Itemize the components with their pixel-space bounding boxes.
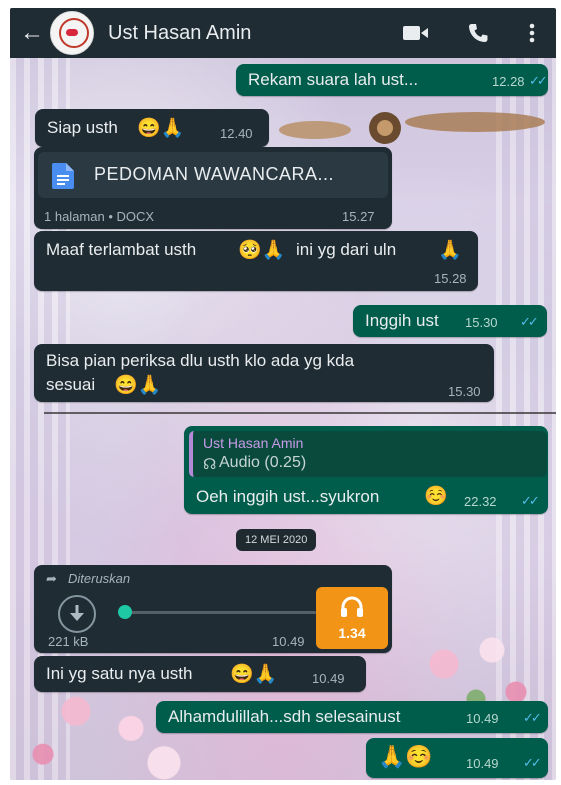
read-ticks-icon: ✓✓ [520,314,539,329]
message-text: Siap usth [47,118,118,137]
message-bubble-outgoing[interactable]: 🙏☺️ 10.49 ✓✓ [366,738,548,778]
video-call-icon[interactable] [396,24,436,42]
message-time: 15.30 [448,384,481,399]
document-message[interactable]: PEDOMAN WAWANCARA... 1 halaman • DOCX 15… [34,147,392,229]
document-name: PEDOMAN WAWANCARA... [94,164,335,184]
read-ticks-icon: ✓✓ [529,73,548,88]
quoted-author: Ust Hasan Amin [203,435,304,451]
message-bubble-outgoing[interactable]: Ust Hasan Amin ☊ Audio (0.25) Oeh inggih… [184,426,548,514]
voice-call-icon[interactable] [458,22,498,44]
forwarded-label: Diteruskan [68,571,131,586]
message-bubble-incoming[interactable]: Maaf terlambat usth 🥺🙏 ini yg dari uln 🙏… [34,231,478,291]
avatar-logo [66,29,78,36]
message-bubble-incoming[interactable]: Ini yg satu nya usth 😄🙏 10.49 [34,656,366,692]
message-time: 12.28 [492,74,525,89]
quoted-text: Audio (0.25) [219,454,307,471]
message-time: 10.49 [466,711,499,726]
message-bubble-outgoing[interactable]: Inggih ust 15.30 ✓✓ [353,305,547,337]
document-meta: 1 halaman • DOCX [44,209,155,224]
file-size: 221 kB [48,634,89,649]
message-text: ini yg dari uln [296,240,397,259]
message-text: Oeh inggih ust...syukron [196,487,380,506]
document-icon [52,163,74,189]
read-ticks-icon: ✓✓ [523,755,542,770]
background-line [44,412,556,414]
message-text: Ini yg satu nya usth [46,664,193,683]
emoji-grin-pray-icon: 😄🙏 [114,375,162,396]
document-card[interactable]: PEDOMAN WAWANCARA... [38,152,388,198]
message-text: sesuai [46,375,96,394]
audio-duration: 1.34 [338,625,366,641]
download-button[interactable] [58,595,96,633]
message-bubble-incoming[interactable]: Bisa pian periksa dlu usth klo ada yg kd… [34,344,494,402]
emoji-smile-icon: ☺️ [424,486,448,507]
message-time: 15.30 [465,315,498,330]
message-bubble-incoming[interactable]: Siap usth 😄🙏 12.40 [35,109,269,147]
audio-progress-track[interactable] [130,611,316,614]
contact-name[interactable]: Ust Hasan Amin [108,22,396,45]
forwarded-arrow-icon: ➦ [46,571,57,586]
read-ticks-icon: ✓✓ [523,710,542,725]
message-text: Bisa pian periksa dlu usth klo ada yg kd… [46,351,355,370]
message-text: Maaf terlambat usth [46,240,197,259]
back-arrow-icon[interactable]: ← [20,21,46,45]
chat-window: ← Ust Hasan Amin Rekam suara lah ust... … [10,8,556,780]
download-icon [70,605,84,621]
message-time: 10.49 [272,634,305,649]
message-time: 22.32 [464,494,497,509]
message-bubble-outgoing[interactable]: Alhamdulillah...sdh selesainust 10.49 ✓✓ [156,701,548,733]
audio-message[interactable]: ➦ Diteruskan 221 kB 10.49 1.34 [34,565,392,653]
message-bubble-outgoing[interactable]: Rekam suara lah ust... 12.28 ✓✓ [236,64,548,96]
message-time: 10.49 [466,756,499,771]
emoji-pray-smile-icon: 🙏☺️ [378,744,433,769]
emoji-grin-pray-icon: 😄🙏 [137,118,185,139]
message-time: 15.28 [434,271,467,286]
emoji-pleading-pray-icon: 🥺🙏 [238,240,286,261]
date-separator: 12 MEI 2020 [236,529,317,551]
read-ticks-icon: ✓✓ [521,493,540,508]
message-text: Alhamdulillah...sdh selesainust [168,707,401,726]
message-time: 10.49 [312,671,345,686]
emoji-pray-icon: 🙏 [438,240,462,261]
message-text: Rekam suara lah ust... [248,70,419,89]
message-time: 15.27 [342,209,375,224]
quoted-message[interactable]: Ust Hasan Amin ☊ Audio (0.25) [189,431,547,477]
chat-header: ← Ust Hasan Amin [10,8,556,58]
emoji-grin-pray-icon: 😄🙏 [230,664,278,685]
headphones-icon: ☊ [203,456,217,473]
more-options-icon[interactable] [512,23,552,43]
message-time: 12.40 [220,126,253,141]
message-text: Inggih ust [365,311,439,330]
audio-progress-handle[interactable] [118,605,132,619]
audio-thumbnail[interactable]: 1.34 [316,587,388,649]
headphones-icon [341,596,363,617]
avatar[interactable] [50,11,94,55]
